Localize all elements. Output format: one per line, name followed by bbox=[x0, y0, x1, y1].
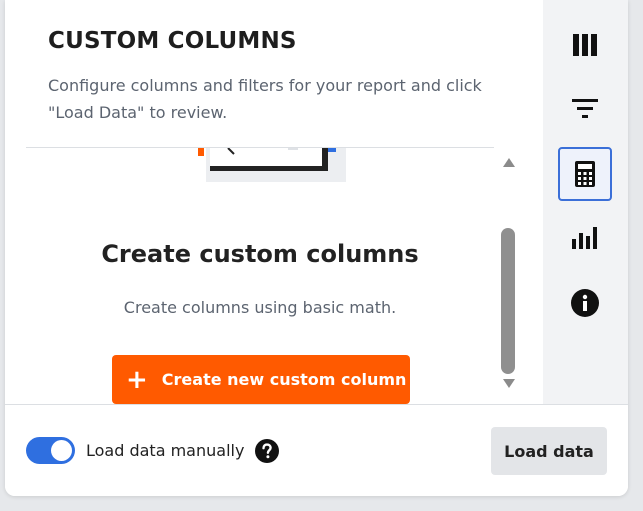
panel-description: Configure columns and filters for your r… bbox=[48, 76, 482, 122]
toggle-label: Load data manually bbox=[86, 441, 245, 460]
calculator-icon bbox=[575, 161, 595, 187]
rail-chart-button[interactable] bbox=[558, 211, 612, 265]
toggle-knob bbox=[51, 440, 72, 461]
filter-icon bbox=[572, 99, 598, 118]
rail-calculator-button[interactable] bbox=[558, 147, 612, 201]
panel-footer: Load data manually Load data bbox=[5, 404, 628, 496]
plus-icon: + bbox=[126, 364, 148, 395]
panel-title: CUSTOM COLUMNS bbox=[48, 28, 297, 54]
scrollbar-thumb[interactable] bbox=[501, 228, 515, 374]
empty-state: Create custom columns Create columns usi… bbox=[26, 148, 494, 404]
content-scrollbar[interactable] bbox=[499, 152, 517, 396]
scroll-down-arrow-icon[interactable] bbox=[503, 379, 515, 388]
empty-state-heading: Create custom columns bbox=[101, 240, 419, 268]
create-custom-column-button[interactable]: + Create new custom column bbox=[112, 355, 410, 404]
rail-filter-button[interactable] bbox=[558, 82, 612, 136]
rail-columns-button[interactable] bbox=[558, 18, 612, 72]
bar-chart-icon bbox=[572, 227, 597, 249]
info-icon bbox=[571, 289, 599, 317]
scroll-up-arrow-icon[interactable] bbox=[503, 158, 515, 167]
create-button-label: Create new custom column bbox=[161, 370, 407, 389]
load-data-button[interactable]: Load data bbox=[491, 427, 607, 475]
rail-info-button[interactable] bbox=[558, 276, 612, 330]
question-circle-icon[interactable] bbox=[255, 439, 279, 463]
custom-columns-panel: CUSTOM COLUMNS Configure columns and fil… bbox=[5, 0, 628, 496]
side-icon-rail bbox=[543, 0, 628, 404]
load-manually-toggle[interactable] bbox=[26, 437, 75, 464]
empty-state-subtext: Create columns using basic math. bbox=[123, 298, 397, 317]
custom-columns-illustration bbox=[198, 148, 346, 182]
columns-icon bbox=[573, 34, 597, 56]
